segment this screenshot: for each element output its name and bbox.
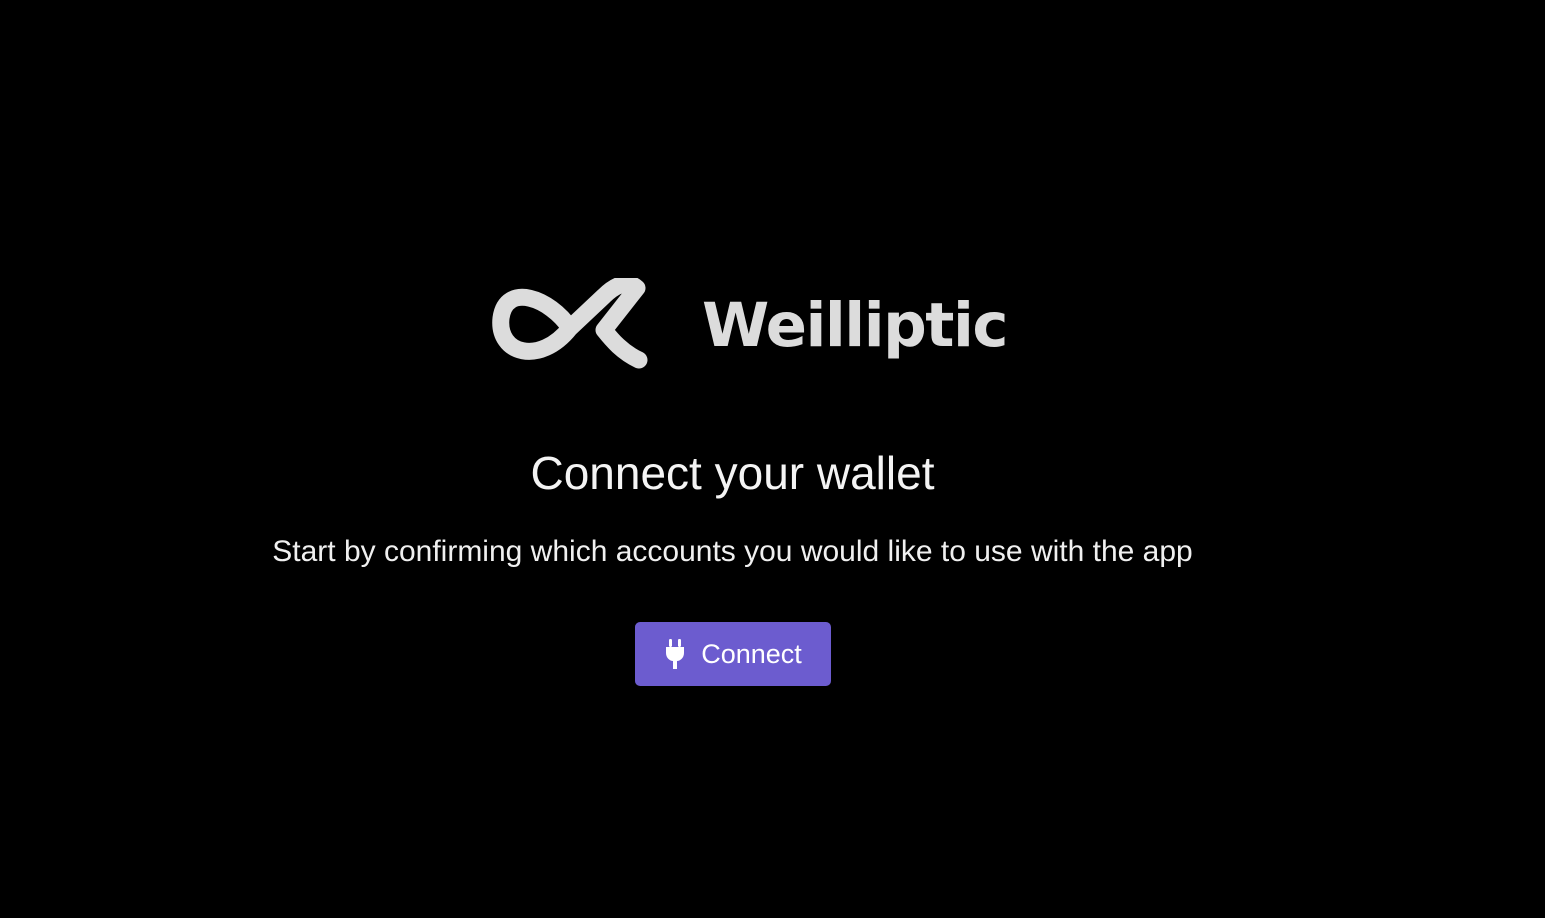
page-title: Connect your wallet (530, 447, 935, 499)
main-content: Weilliptic Connect your wallet Start by … (0, 0, 1465, 918)
plug-icon (666, 639, 685, 669)
connect-wallet-page: Weilliptic Connect your wallet Start by … (0, 0, 1545, 918)
connect-button-label: Connect (701, 638, 802, 669)
connect-button[interactable]: Connect (635, 622, 831, 686)
brand-header: Weilliptic (492, 278, 1009, 374)
logo-icon (492, 278, 648, 369)
page-subtitle: Start by confirming which accounts you w… (272, 535, 1193, 568)
brand-name: Weilliptic (702, 290, 1009, 361)
